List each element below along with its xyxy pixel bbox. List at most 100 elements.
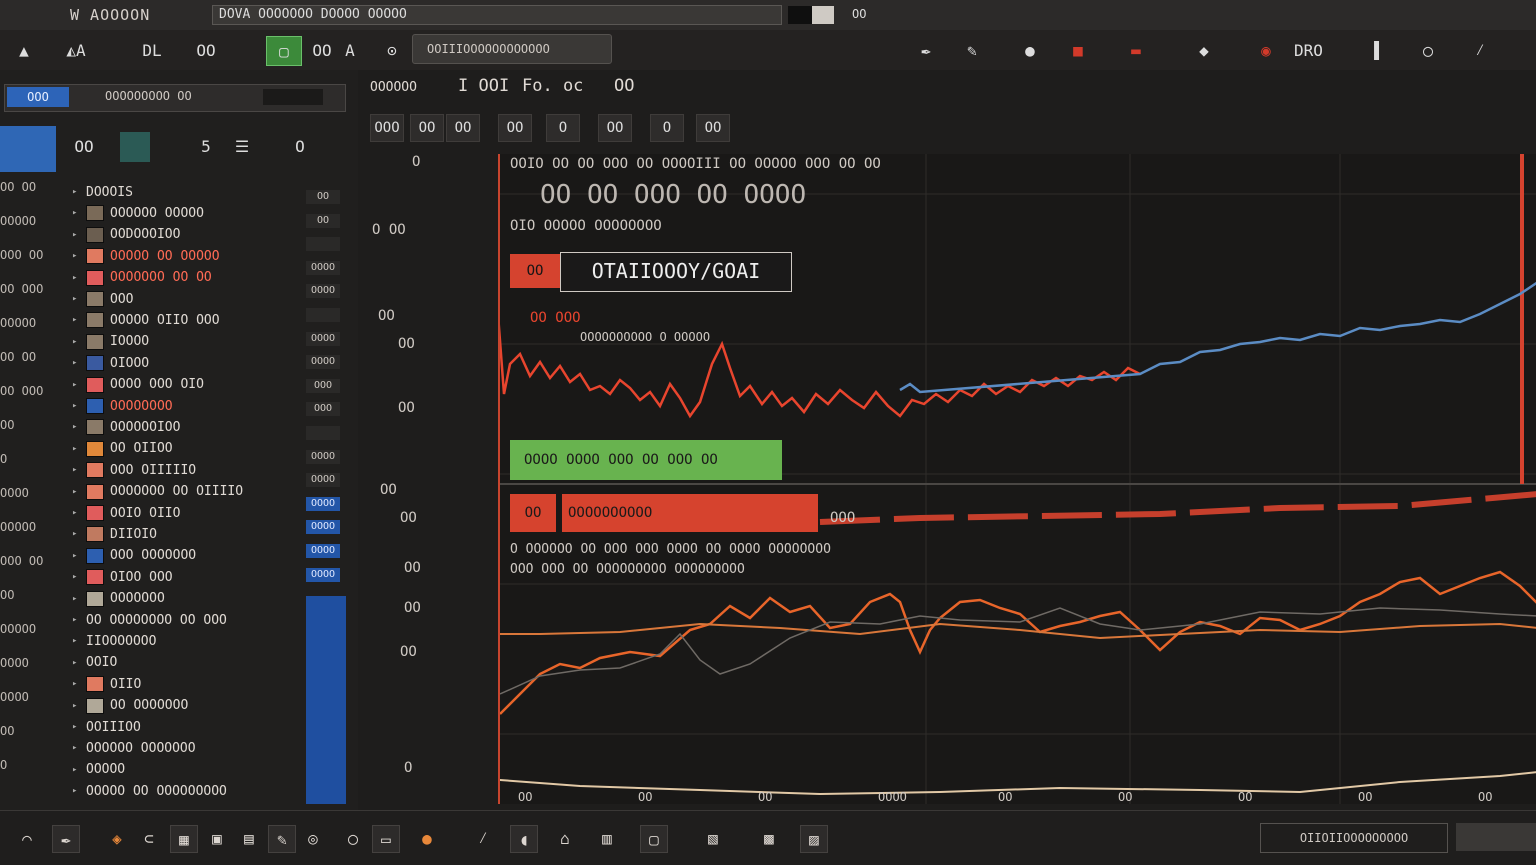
expand-icon[interactable]: ▸ bbox=[72, 722, 82, 732]
image-icon[interactable]: ▤ bbox=[236, 825, 262, 851]
expand-icon[interactable]: ▸ bbox=[72, 786, 82, 796]
plot-area[interactable]: OOIO OO OO OOO OO OOOOIII OO OOOOO OOO O… bbox=[498, 154, 1536, 804]
layer-item[interactable]: ▸ OOOOOO OOOOOOO bbox=[72, 738, 196, 758]
layer-item[interactable]: ▸ IIOOOOOOO bbox=[72, 631, 156, 651]
expand-icon[interactable]: ▸ bbox=[72, 701, 82, 711]
value-chip[interactable]: OOO bbox=[306, 378, 340, 393]
box-icon[interactable]: ■ bbox=[1064, 36, 1092, 64]
value-chip[interactable]: OOOO bbox=[306, 449, 340, 464]
expand-icon[interactable]: ▸ bbox=[72, 508, 82, 518]
pencil-icon[interactable]: ⁄ bbox=[470, 825, 496, 851]
layer-item[interactable]: ▸ OOO OOOOOOO bbox=[72, 546, 196, 566]
bubble-icon[interactable]: ◖ bbox=[510, 825, 538, 853]
expand-icon[interactable]: ▸ bbox=[72, 401, 82, 411]
annotation-box[interactable]: OTAIIOOOY/GOAI bbox=[560, 252, 792, 292]
layer-item[interactable]: ▸ OOOOO OO OOOOOOOOO bbox=[72, 781, 227, 801]
expand-icon[interactable]: ▸ bbox=[72, 615, 82, 625]
value-chip[interactable]: OOOO bbox=[306, 284, 340, 299]
value-chip[interactable]: OOOO bbox=[306, 567, 340, 582]
expand-icon[interactable]: ▸ bbox=[72, 743, 82, 753]
tool-tab[interactable]: O bbox=[546, 114, 580, 142]
stack-icon[interactable]: OO bbox=[70, 132, 98, 160]
layer-item[interactable]: ▸ OO OIIOO bbox=[72, 439, 173, 459]
droplet-icon[interactable]: ● bbox=[414, 825, 440, 851]
shape-icon[interactable]: ▲ bbox=[10, 36, 38, 64]
layer-item[interactable]: ▸ OO OOOOOOOO OO OOO bbox=[72, 610, 227, 630]
expand-icon[interactable]: ▸ bbox=[72, 187, 82, 197]
group-icon[interactable]: ▧ bbox=[700, 825, 726, 851]
value-chip[interactable]: OOOO bbox=[306, 544, 340, 558]
layer-item[interactable]: ▸ OOOOO OO OOOOO bbox=[72, 246, 220, 266]
text-icon[interactable]: A bbox=[336, 36, 364, 64]
layers-icon[interactable]: ◈ bbox=[104, 825, 130, 851]
value-chip[interactable]: OOOO bbox=[306, 473, 340, 488]
expand-icon[interactable]: ▸ bbox=[72, 422, 82, 432]
expand-icon[interactable]: ▸ bbox=[72, 208, 82, 218]
label-badge[interactable]: OO bbox=[510, 254, 560, 288]
tool-tab[interactable]: OO bbox=[498, 114, 532, 142]
layer-item[interactable]: ▸ OOOOO OIIO OOO bbox=[72, 310, 220, 330]
layer-icon[interactable]: ▢ bbox=[266, 36, 302, 66]
tab-view[interactable]: I OOI bbox=[458, 76, 509, 96]
layer-item[interactable]: ▸ OOOOO bbox=[72, 760, 125, 780]
expand-icon[interactable]: ▸ bbox=[72, 315, 82, 325]
brush-icon[interactable]: DL bbox=[138, 36, 166, 64]
circle-icon[interactable]: ◎ bbox=[300, 825, 326, 851]
brush-icon[interactable]: ✎ bbox=[268, 825, 296, 853]
tab-format[interactable]: Fo. oc bbox=[522, 76, 583, 96]
layer-item[interactable]: ▸ OIIO bbox=[72, 674, 141, 694]
expand-icon[interactable]: ▸ bbox=[72, 529, 82, 539]
erase-icon[interactable]: ◉ bbox=[1252, 36, 1280, 64]
expand-icon[interactable]: ▸ bbox=[72, 679, 82, 689]
expand-icon[interactable]: ▸ bbox=[72, 551, 82, 561]
layer-item[interactable]: ▸ OOOOOOO bbox=[72, 589, 165, 609]
highlight-bar[interactable]: OOOO OOOO OOO OO OOO OO bbox=[510, 440, 782, 480]
preview-thumbnail[interactable] bbox=[0, 126, 56, 172]
layer-item[interactable]: ▸ OOIO OIIO bbox=[72, 503, 180, 523]
expand-icon[interactable]: ▸ bbox=[72, 465, 82, 475]
layer-item[interactable]: ▸ OOO bbox=[72, 289, 133, 309]
expand-icon[interactable]: ▸ bbox=[72, 273, 82, 283]
tag-icon[interactable]: ⊂ bbox=[136, 825, 162, 851]
list-icon[interactable]: ☰ bbox=[228, 132, 256, 160]
expand-icon[interactable]: ▸ bbox=[72, 594, 82, 604]
layer-item[interactable]: ▸ OOO OIIIIIO bbox=[72, 460, 196, 480]
tool-tab[interactable]: OO bbox=[446, 114, 480, 142]
link-icon[interactable]: ⌒ bbox=[14, 825, 40, 851]
box-icon[interactable]: ▩ bbox=[756, 825, 782, 851]
document-title-field[interactable]: DOVA OOOOOOO DOOOO OOOOO bbox=[212, 5, 782, 25]
drop-icon[interactable]: ● bbox=[1016, 36, 1044, 64]
layer-item[interactable]: ▸ OO OOOOOOO bbox=[72, 696, 188, 716]
expand-icon[interactable]: ▸ bbox=[72, 230, 82, 240]
expand-icon[interactable]: ▸ bbox=[72, 765, 82, 775]
window-controls[interactable] bbox=[788, 6, 834, 24]
triangle-icon[interactable]: ◭ A bbox=[62, 36, 90, 64]
value-chip[interactable] bbox=[306, 237, 340, 252]
expand-icon[interactable]: ▸ bbox=[72, 251, 82, 261]
layer-item[interactable]: ▸ OOOOOOO OO OO bbox=[72, 268, 212, 288]
layer-item[interactable]: ▸ DIIOIO bbox=[72, 524, 157, 544]
value-chip[interactable]: OOOO bbox=[306, 496, 340, 511]
frame-icon[interactable]: ▢ bbox=[640, 825, 668, 853]
value-chip[interactable]: OOOO bbox=[306, 260, 340, 275]
path-icon[interactable]: OO bbox=[192, 36, 220, 64]
expand-icon[interactable]: ▸ bbox=[72, 337, 82, 347]
pin-icon[interactable]: OO bbox=[308, 36, 336, 64]
box2-icon[interactable]: ▨ bbox=[800, 825, 828, 853]
flag-icon[interactable]: ▬ bbox=[1122, 36, 1150, 64]
value-chip[interactable]: OOOO bbox=[306, 520, 340, 535]
expand-icon[interactable]: ▸ bbox=[72, 358, 82, 368]
cursor-icon[interactable]: ◆ bbox=[1190, 36, 1218, 64]
page-icon[interactable]: ▭ bbox=[372, 825, 400, 853]
status-field[interactable]: OIIOIIOOOOOOOOO bbox=[1260, 823, 1448, 853]
layer-item[interactable]: ▸ OOIIIOO bbox=[72, 717, 141, 737]
layer-item[interactable]: ▸ OODOOOIOO bbox=[72, 225, 180, 245]
expand-icon[interactable]: ▸ bbox=[72, 572, 82, 582]
value-chip[interactable]: OOO bbox=[306, 402, 340, 417]
red-bar[interactable]: OOOOOOOOOO bbox=[562, 494, 818, 532]
value-chip[interactable] bbox=[306, 308, 340, 322]
expand-icon[interactable]: ▸ bbox=[72, 294, 82, 304]
brush-icon[interactable]: ✎ bbox=[958, 36, 986, 64]
circle-icon[interactable]: ◯ bbox=[1414, 36, 1442, 64]
node-icon[interactable]: ⌂ bbox=[552, 825, 578, 851]
